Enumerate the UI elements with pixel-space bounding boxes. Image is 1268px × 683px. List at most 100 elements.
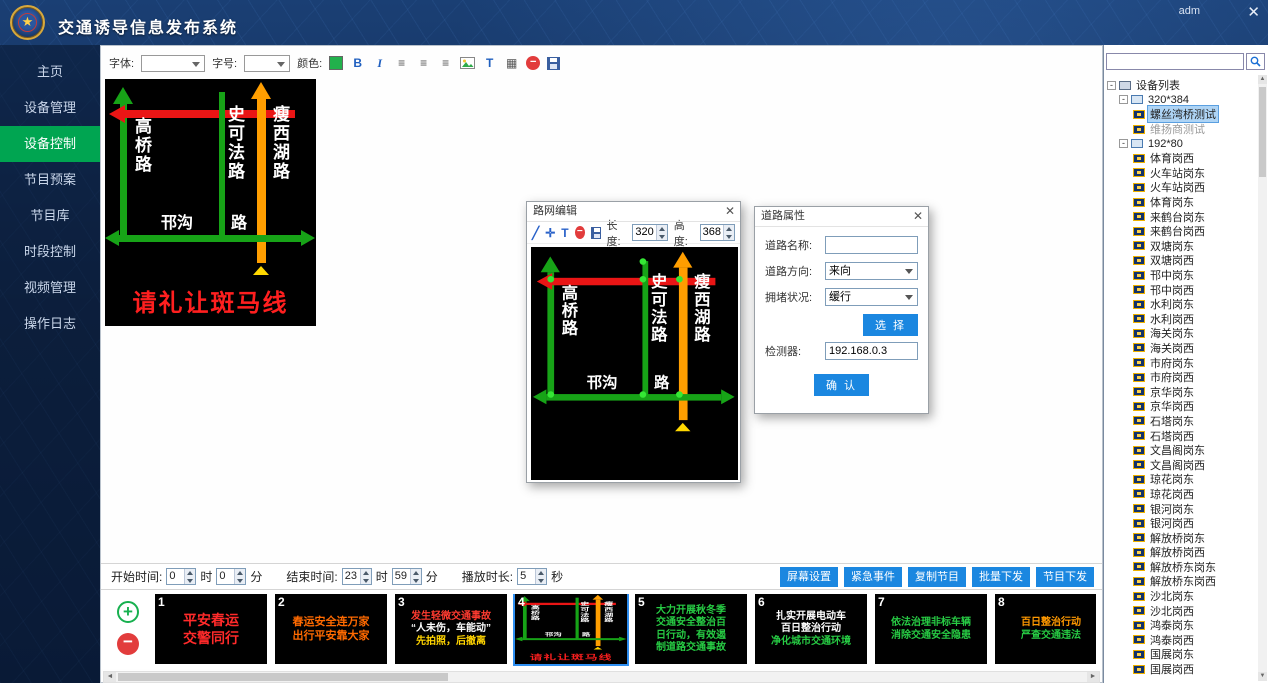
save-icon[interactable] (547, 57, 560, 70)
tree-device[interactable]: 火车站岗西 (1107, 180, 1257, 195)
screen-settings-button[interactable]: 屏幕设置 (780, 567, 838, 587)
tree-device[interactable]: 解放桥岗西 (1107, 545, 1257, 560)
window-close-icon[interactable]: ✕ (1247, 3, 1260, 21)
program-thumbnail[interactable]: 扎实开展电动车百日整治行动净化城市交通环境6 (755, 594, 867, 664)
tree-device[interactable]: 市府岗西 (1107, 370, 1257, 385)
align-center-icon[interactable]: ≡ (416, 55, 431, 71)
spinner-buttons[interactable] (360, 569, 371, 584)
vertical-scrollbar[interactable]: ▲ ▼ (1258, 75, 1267, 681)
user-name[interactable]: adm (1179, 5, 1200, 17)
text-tool-button[interactable]: T (482, 55, 497, 71)
program-thumbnail[interactable]: 百日整治行动严查交通违法8 (995, 594, 1096, 664)
tree-device[interactable]: 琼花岗西 (1107, 487, 1257, 502)
tree-collapse-icon[interactable]: - (1119, 139, 1128, 148)
tree-device[interactable]: 水利岗西 (1107, 312, 1257, 327)
road-direction-select[interactable]: 来向 (825, 262, 918, 280)
tree-device[interactable]: 邗中岗西 (1107, 282, 1257, 297)
tree-device[interactable]: 螺丝湾桥测试 (1107, 107, 1257, 122)
sidebar-item-operation-log[interactable]: 操作日志 (0, 306, 100, 342)
tree-device[interactable]: 火车站岗东 (1107, 166, 1257, 181)
sidebar-item-video-management[interactable]: 视频管理 (0, 270, 100, 306)
spinner-buttons[interactable] (410, 569, 421, 584)
tree-device[interactable]: 海关岗东 (1107, 326, 1257, 341)
junction-dot[interactable] (547, 391, 554, 398)
junction-dot[interactable] (640, 391, 647, 398)
program-thumbnail[interactable]: 高桥路 史可法路 瘦西湖路 邗沟 路 请礼让斑马线 4 (515, 594, 627, 664)
duration-spinner[interactable]: 5 (517, 568, 547, 585)
delete-button[interactable]: − (526, 56, 540, 70)
tree-device[interactable]: 鸿泰岗西 (1107, 633, 1257, 648)
tree-device[interactable]: 来鹤台岗东 (1107, 209, 1257, 224)
spinner-buttons[interactable] (234, 569, 245, 584)
tree-device[interactable]: 银河岗西 (1107, 516, 1257, 531)
road-editor-canvas[interactable]: 高桥路 史可法路 瘦西湖路 邗沟 路 请礼让斑马线 (531, 247, 738, 480)
tree-device[interactable]: 文昌阁岗西 (1107, 457, 1257, 472)
tree-device[interactable]: 国展岗东 (1107, 647, 1257, 662)
dialog-titlebar[interactable]: 路网编辑 ✕ (527, 202, 740, 222)
junction-dot[interactable] (676, 276, 683, 283)
program-thumbnail[interactable]: 春运安全连万家出行平安靠大家2 (275, 594, 387, 664)
program-thumbnail[interactable]: 大力开展秋冬季交通安全整治百日行动，有效遏制道路交通事故5 (635, 594, 747, 664)
spinner-buttons[interactable] (535, 569, 546, 584)
junction-dot[interactable] (640, 276, 647, 283)
tree-device[interactable]: 解放桥东岗西 (1107, 574, 1257, 589)
tree-device[interactable]: 维扬商测试 (1107, 122, 1257, 137)
move-cross-icon[interactable]: ✛ (545, 226, 555, 240)
copy-program-button[interactable]: 复制节目 (908, 567, 966, 587)
italic-button[interactable]: I (372, 55, 387, 71)
close-icon[interactable]: ✕ (725, 202, 735, 221)
spinner-buttons[interactable] (723, 225, 734, 240)
junction-dot[interactable] (547, 276, 554, 283)
tree-device[interactable]: 水利岗东 (1107, 297, 1257, 312)
tree-device[interactable]: 鸿泰岗东 (1107, 618, 1257, 633)
scroll-up-icon[interactable]: ▲ (1258, 75, 1267, 84)
font-select[interactable] (141, 55, 205, 72)
spinner-buttons[interactable] (184, 569, 195, 584)
tree-device[interactable]: 解放桥岗东 (1107, 530, 1257, 545)
tree-device[interactable]: 石塔岗西 (1107, 428, 1257, 443)
text-tool-icon[interactable]: T (561, 226, 568, 240)
start-minute-spinner[interactable]: 0 (216, 568, 246, 585)
search-button[interactable] (1246, 53, 1265, 70)
sidebar-item-program-library[interactable]: 节目库 (0, 198, 100, 234)
tree-root-device-list[interactable]: -设备列表 (1107, 78, 1257, 93)
draw-line-icon[interactable]: ╱ (532, 226, 539, 240)
emergency-event-button[interactable]: 紧急事件 (844, 567, 902, 587)
bold-button[interactable]: B (350, 55, 365, 71)
height-spinner[interactable]: 368 (700, 224, 735, 241)
device-search-input[interactable] (1106, 53, 1244, 70)
tree-device[interactable]: 体育岗东 (1107, 195, 1257, 210)
detector-input[interactable] (825, 342, 918, 360)
close-icon[interactable]: ✕ (913, 207, 923, 226)
sidebar-item-period-control[interactable]: 时段控制 (0, 234, 100, 270)
tree-device[interactable]: 解放桥东岗东 (1107, 560, 1257, 575)
tree-device[interactable]: 银河岗东 (1107, 501, 1257, 516)
junction-dot[interactable] (640, 258, 647, 265)
batch-dispatch-button[interactable]: 批量下发 (972, 567, 1030, 587)
program-thumbnail[interactable]: 平安春运交警同行1 (155, 594, 267, 664)
tree-device[interactable]: 石塔岗东 (1107, 414, 1257, 429)
length-spinner[interactable]: 320 (632, 224, 667, 241)
delete-icon[interactable]: − (575, 226, 585, 239)
tree-group[interactable]: -320*384 (1107, 93, 1257, 108)
scroll-down-icon[interactable]: ▼ (1258, 672, 1267, 681)
scrollbar-thumb[interactable] (1259, 87, 1266, 177)
tree-collapse-icon[interactable]: - (1107, 81, 1116, 90)
sidebar-item-device-management[interactable]: 设备管理 (0, 90, 100, 126)
sidebar-item-home[interactable]: 主页 (0, 54, 100, 90)
program-thumbnail[interactable]: 发生轻微交通事故“人未伤，车能动”先拍照，后撤离3 (395, 594, 507, 664)
spinner-buttons[interactable] (656, 225, 667, 240)
tree-device[interactable]: 文昌阁岗东 (1107, 443, 1257, 458)
program-dispatch-button[interactable]: 节目下发 (1036, 567, 1094, 587)
road-name-input[interactable] (825, 236, 918, 254)
scrollbar-thumb[interactable] (118, 673, 448, 681)
tree-group[interactable]: -192*80 (1107, 136, 1257, 151)
end-hour-spinner[interactable]: 23 (342, 568, 372, 585)
select-button[interactable]: 选 择 (863, 314, 918, 336)
tree-device[interactable]: 沙北岗东 (1107, 589, 1257, 604)
dialog-titlebar[interactable]: 道路属性 ✕ (755, 207, 928, 227)
confirm-button[interactable]: 确 认 (814, 374, 869, 396)
tree-device[interactable]: 市府岗东 (1107, 355, 1257, 370)
tree-device[interactable]: 京华岗东 (1107, 384, 1257, 399)
tree-device[interactable]: 来鹤台岗西 (1107, 224, 1257, 239)
